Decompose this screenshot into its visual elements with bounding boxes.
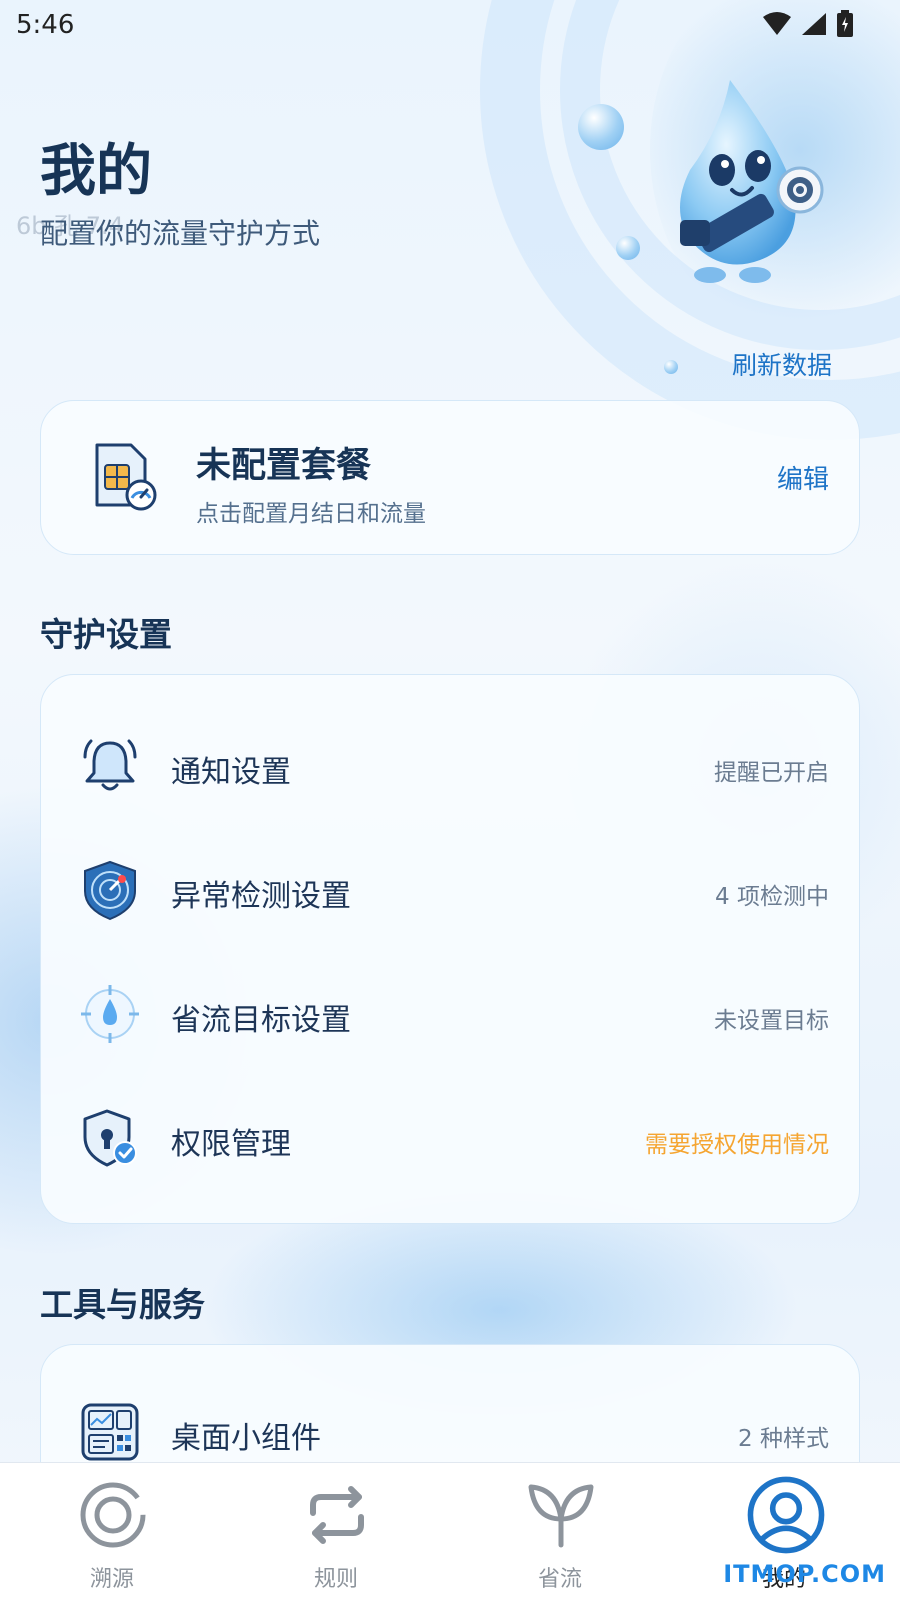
settings-row-anomaly[interactable]: 异常检测设置 4 项检测中 — [41, 829, 859, 953]
status-bar: 5:46 — [0, 0, 900, 48]
refresh-data-link[interactable]: 刷新数据 — [732, 346, 832, 382]
nav-label: 省流 — [537, 1567, 582, 1592]
nav-item-trace[interactable]: 溯源 — [42, 1473, 182, 1593]
nav-label: 规则 — [313, 1567, 358, 1592]
tools-section-title: 工具与服务 — [40, 1285, 205, 1324]
sprout-icon — [528, 1484, 594, 1548]
settings-section-title: 守护设置 — [40, 615, 172, 654]
sim-card-icon — [95, 443, 157, 511]
profile-icon — [747, 1476, 825, 1554]
settings-row-notification[interactable]: 通知设置 提醒已开启 — [41, 705, 859, 829]
settings-row-status: 需要授权使用情况 — [645, 1132, 829, 1158]
settings-row-permissions[interactable]: 权限管理 需要授权使用情况 — [41, 1077, 859, 1201]
battery-icon — [837, 10, 853, 37]
tools-row-label: 桌面小组件 — [171, 1421, 321, 1456]
plan-description: 点击配置月结日和流量 — [196, 501, 426, 527]
settings-card: 通知设置 提醒已开启 异常检测设置 4 项检测中 省流目标设置 未设置目标 权限… — [40, 674, 860, 1224]
status-time: 5:46 — [16, 10, 75, 40]
settings-row-label: 权限管理 — [171, 1127, 291, 1162]
wifi-icon — [763, 12, 791, 35]
settings-row-status: 提醒已开启 — [714, 760, 829, 786]
settings-row-label: 异常检测设置 — [171, 879, 351, 914]
radar-icon — [84, 860, 136, 921]
nav-item-rules[interactable]: 规则 — [266, 1473, 406, 1593]
nav-label: 溯源 — [89, 1567, 134, 1592]
widget-icon — [81, 1403, 139, 1461]
rules-icon — [310, 1486, 364, 1544]
signal-icon — [802, 13, 826, 35]
bubble-decoration — [616, 236, 640, 260]
bubble-decoration — [664, 360, 678, 374]
watermark: ITMOP.COM — [723, 1560, 886, 1588]
nav-item-saving[interactable]: 省流 — [490, 1473, 630, 1593]
bell-icon — [83, 739, 137, 791]
shield-lock-icon — [83, 1109, 137, 1167]
settings-row-status: 未设置目标 — [714, 1008, 829, 1034]
water-drop-mascot-icon — [680, 80, 824, 283]
settings-row-status: 4 项检测中 — [715, 884, 829, 910]
plan-title: 未配置套餐 — [196, 446, 372, 486]
target-drop-icon — [81, 985, 139, 1043]
settings-row-label: 通知设置 — [171, 755, 291, 790]
settings-row-saving-goal[interactable]: 省流目标设置 未设置目标 — [41, 953, 859, 1077]
page-subtitle: 配置你的流量守护方式 — [40, 217, 321, 250]
plan-card[interactable]: 未配置套餐 点击配置月结日和流量 编辑 — [40, 400, 860, 555]
trace-icon — [80, 1482, 146, 1548]
tools-row-status: 2 种样式 — [738, 1426, 829, 1452]
page-title: 我的 — [40, 139, 152, 204]
edit-plan-button[interactable]: 编辑 — [777, 459, 829, 496]
settings-row-label: 省流目标设置 — [171, 1003, 351, 1038]
bubble-decoration — [578, 104, 624, 150]
